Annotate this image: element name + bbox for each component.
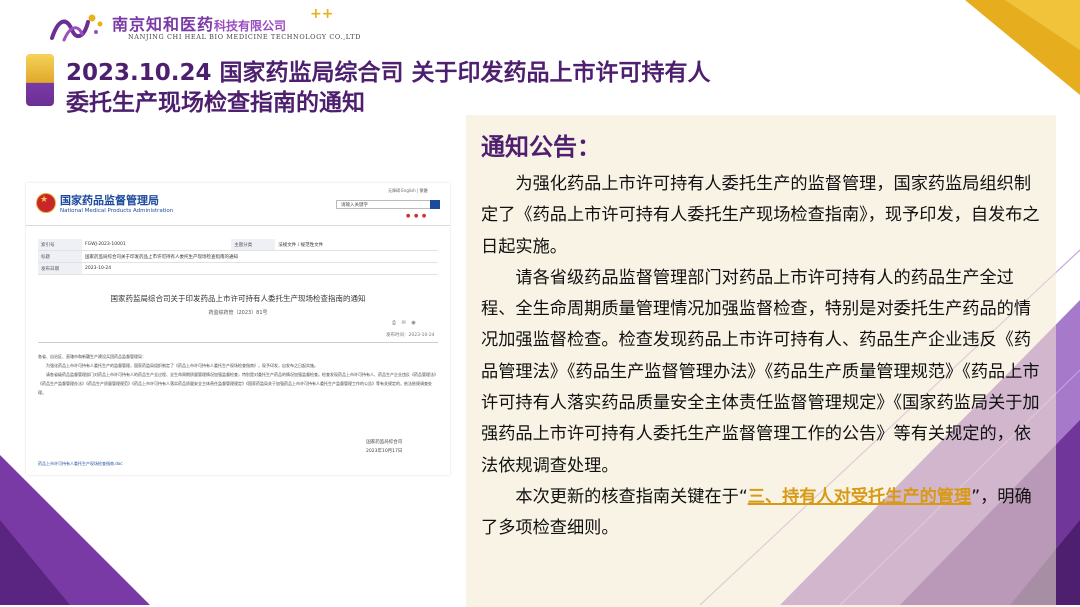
company-name-main: 南京知和医药 — [112, 15, 215, 34]
table-row: 标题 国家药监局综合司关于印发药品上市许可持有人委托生产现场检查指南的通知 — [38, 250, 438, 263]
table-cell: 发布日期 — [38, 262, 82, 275]
attachment-link[interactable]: 药品上市许可持有人委托生产现场检查指南.doc — [38, 461, 122, 467]
doc-number: 药监综药管〔2023〕81号 — [208, 310, 268, 316]
site-top-links[interactable]: 无障碍 English | 繁體 — [388, 188, 428, 194]
table-row: 发布日期 2023-10-24 — [38, 262, 438, 275]
doc-body: 各省、自治区、直辖市和新疆生产建设兵团药品监督管理局： 为强化药品上市许可持有人… — [38, 352, 438, 397]
company-name-suffix: 科技有限公司 — [214, 19, 287, 33]
page-title: 2023.10.24 国家药监局综合司 关于印发药品上市许可持有人 委托生产现场… — [66, 58, 806, 118]
site-search-input[interactable]: 请输入关键字 — [336, 200, 434, 209]
page-title-line1: 2023.10.24 国家药监局综合司 关于印发药品上市许可持有人 — [66, 60, 711, 86]
table-cell: 主题分类 — [231, 239, 276, 251]
table-cell: 国家药监局综合司关于印发药品上市许可持有人委托生产现场检查指南的通知 — [82, 250, 438, 263]
company-plus-mark: ++ — [310, 6, 334, 22]
emblem-star-icon: ★ — [40, 195, 49, 205]
site-name: 国家药品监督管理局 — [60, 194, 159, 207]
notice-heading: 通知公告： — [481, 133, 601, 161]
doc-info-table: 索引号 FGWJ-2023-10001 主题分类 法规文件 / 规范性文件 标题… — [38, 239, 438, 275]
doc-sign-date: 2023年10月17日 — [366, 449, 403, 454]
notice-p3-pre: 本次更新的核查指南关键在于“ — [515, 486, 748, 507]
website-screenshot: ★ 国家药品监督管理局 National Medical Products Ad… — [26, 183, 450, 475]
doc-divider — [38, 342, 438, 343]
table-row: 索引号 FGWJ-2023-10001 主题分类 法规文件 / 规范性文件 — [38, 239, 438, 251]
notice-paragraph-1: 为强化药品上市许可持有人委托生产的监督管理，国家药监局组织制定了《药品上市许可持… — [481, 174, 1040, 257]
table-cell: 法规文件 / 规范性文件 — [275, 239, 438, 251]
notice-paragraph-3: 本次更新的核查指南关键在于“三、持有人对受托生产的管理”，明确了多项检查细则。 — [481, 482, 1043, 545]
doc-sign-org: 国家药监局综合司 — [366, 440, 403, 445]
doc-signature: 国家药监局综合司 2023年10月17日 — [366, 438, 402, 456]
company-name-en: NANJING CHI HEAL BIO MEDICINE TECHNOLOGY… — [128, 33, 361, 41]
company-name: 南京知和医药科技有限公司 — [112, 11, 286, 35]
site-name-en: National Medical Products Administration — [60, 208, 174, 214]
molecule-logo-icon — [50, 14, 103, 42]
doc-date: 发布时间：2023-10-24 — [386, 333, 435, 338]
doc-paragraph: 各省、自治区、直辖市和新疆生产建设兵团药品监督管理局： — [38, 354, 146, 359]
page-title-line2: 委托生产现场检查指南的通知 — [66, 90, 365, 116]
title-accent-bar — [26, 54, 54, 106]
notice-paragraph-2: 请各省级药品监督管理部门对药品上市许可持有人的药品生产全过程、全生命周期质量管理… — [481, 267, 1040, 476]
doc-paragraph: 请各省级药品监督管理部门对药品上市许可持有人的药品生产全过程、全生命周期质量管理… — [38, 372, 438, 395]
site-divider — [26, 225, 450, 226]
notice-highlight: 三、持有人对受托生产的管理 — [747, 486, 972, 507]
social-share-icons[interactable]: ● ● ● — [406, 213, 427, 219]
table-cell: FGWJ-2023-10001 — [82, 239, 232, 251]
doc-action-icons[interactable]: ⎙ ✉ ◉ — [392, 320, 418, 326]
search-icon[interactable] — [430, 200, 440, 209]
notice-body: 为强化药品上市许可持有人委托生产的监督管理，国家药监局组织制定了《药品上市许可持… — [481, 169, 1043, 545]
table-cell: 2023-10-24 — [82, 262, 438, 275]
doc-title: 国家药监局综合司关于印发药品上市许可持有人委托生产现场检查指南的通知 — [110, 294, 366, 303]
table-cell: 索引号 — [38, 239, 82, 251]
table-cell: 标题 — [38, 250, 82, 263]
doc-paragraph: 为强化药品上市许可持有人委托生产的监督管理，国家药监局组织制定了《药品上市许可持… — [46, 363, 318, 368]
